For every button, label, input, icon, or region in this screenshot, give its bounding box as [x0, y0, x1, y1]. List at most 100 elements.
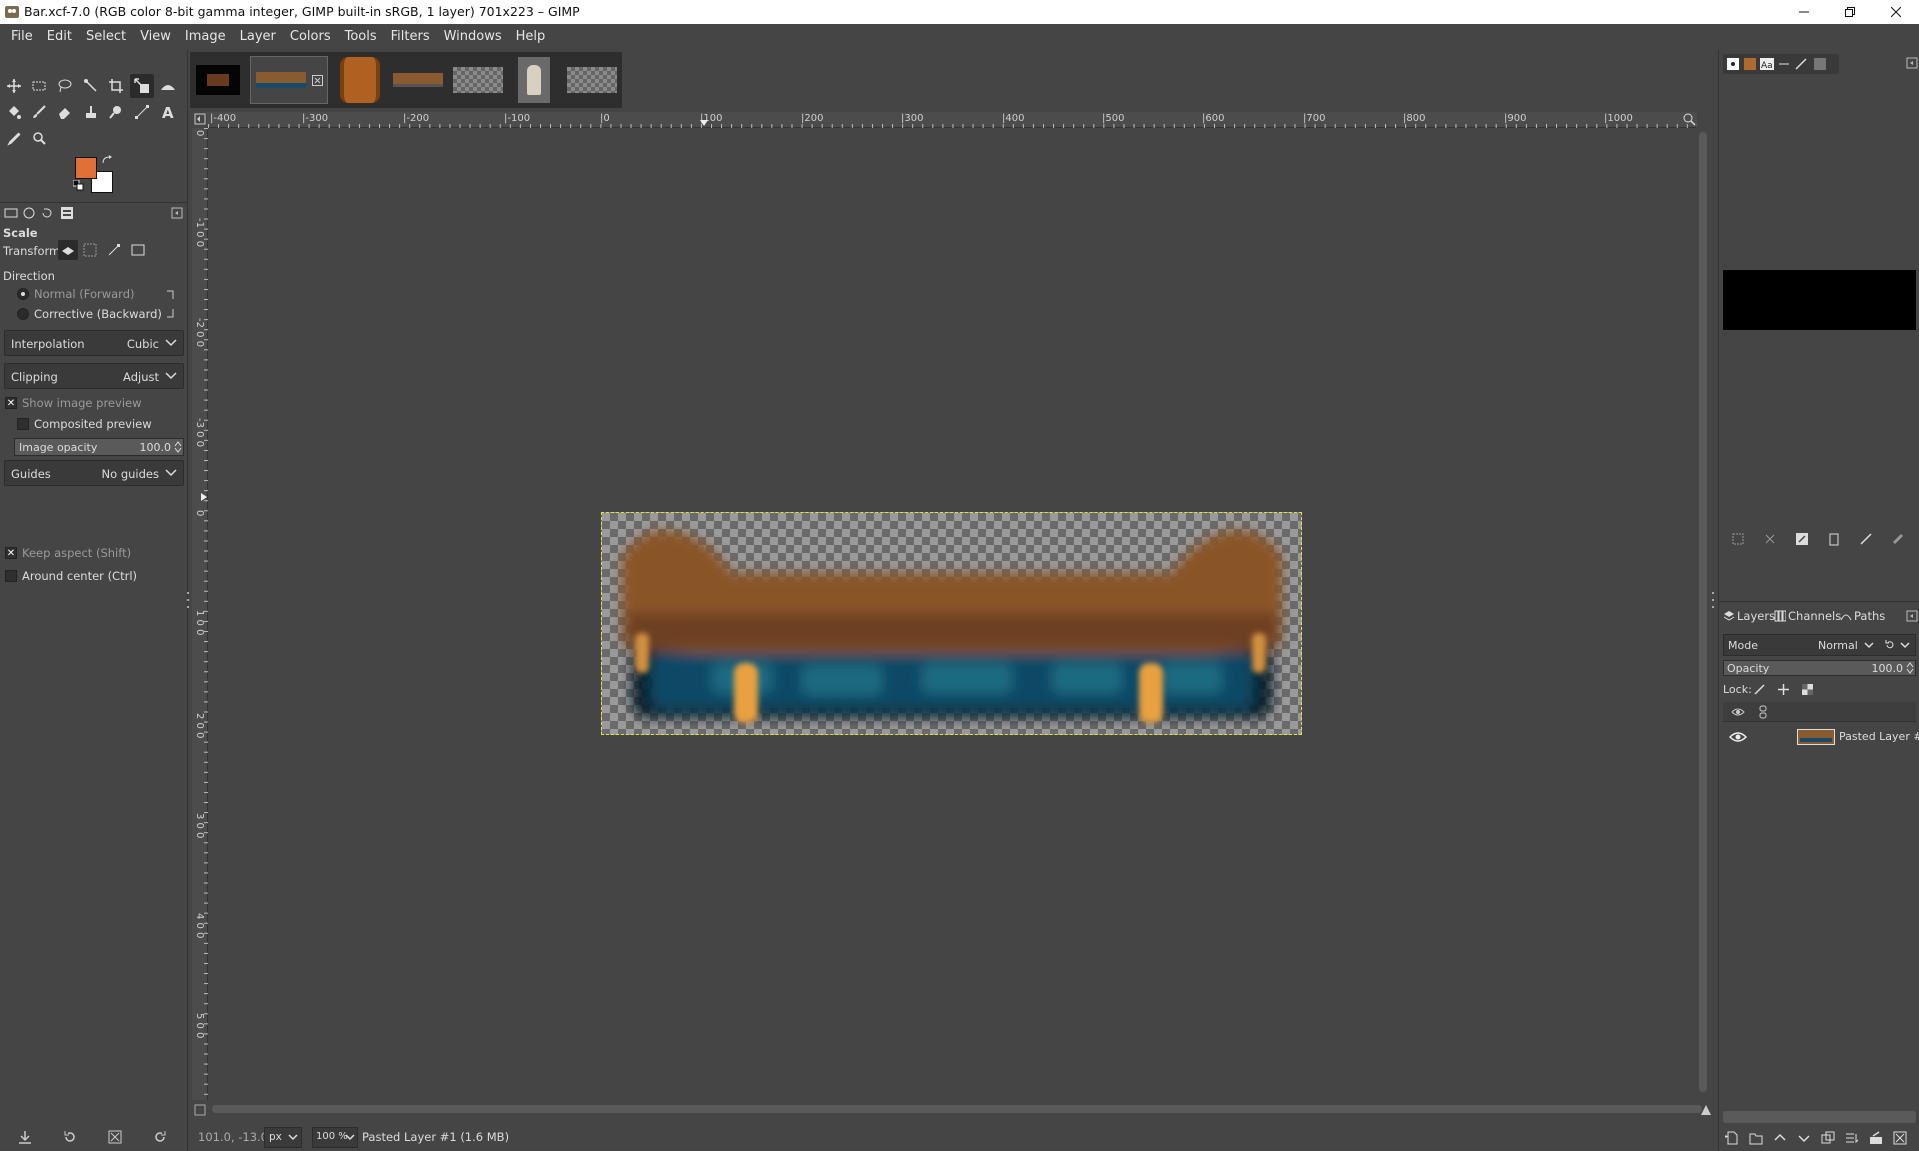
zoom-fit-icon[interactable] — [1683, 113, 1696, 126]
edit-brush-icon[interactable] — [1795, 532, 1809, 546]
navigate-icon[interactable] — [1700, 1104, 1712, 1116]
fuzzy-select-button[interactable] — [79, 74, 103, 98]
menu-select[interactable]: Select — [79, 24, 133, 50]
new-brush-icon[interactable] — [1731, 532, 1745, 546]
minimize-button[interactable] — [1781, 0, 1827, 24]
paint-dynamics-tab-icon[interactable] — [1794, 57, 1808, 71]
save-options-icon[interactable] — [18, 1130, 32, 1144]
patterns-tab-icon[interactable] — [1743, 57, 1757, 71]
panel-menu-icon[interactable] — [171, 207, 183, 219]
transform-layer-button[interactable] — [58, 240, 78, 260]
dock-menu-icon[interactable] — [1906, 57, 1918, 69]
direction-toggle-icon[interactable] — [166, 290, 176, 318]
quick-mask-toggle-icon[interactable] — [194, 1104, 206, 1116]
scroll-thumb[interactable] — [212, 1105, 1702, 1113]
lasso-button[interactable] — [53, 74, 77, 98]
clipping-combo[interactable]: Clipping Adjust — [4, 363, 184, 389]
menu-layer[interactable]: Layer — [233, 24, 283, 50]
menu-file[interactable]: File — [4, 24, 40, 50]
image-tab-barrel[interactable] — [336, 56, 384, 104]
text-tool-button[interactable]: A — [156, 100, 180, 124]
image-opacity-spinner[interactable]: Image opacity 100.0 — [14, 438, 184, 456]
lock-position-icon[interactable] — [1777, 683, 1790, 696]
image-canvas[interactable] — [208, 128, 1696, 1100]
lock-pixels-icon[interactable] — [1753, 683, 1766, 696]
menu-image[interactable]: Image — [178, 24, 233, 50]
layers-menu-icon[interactable] — [1906, 610, 1918, 622]
duplicate-brush-icon[interactable] — [1763, 532, 1777, 546]
layer-mask-icon[interactable] — [1869, 1131, 1883, 1145]
eye-icon[interactable] — [1729, 730, 1747, 744]
menu-view[interactable]: View — [133, 24, 178, 50]
paths-button[interactable] — [130, 100, 154, 124]
menu-windows[interactable]: Windows — [437, 24, 509, 50]
scale-tool-button[interactable] — [130, 74, 154, 98]
raise-layer-icon[interactable] — [1773, 1131, 1787, 1145]
transform-image-icon[interactable] — [131, 243, 145, 257]
zoom-button[interactable] — [27, 126, 51, 150]
horizontal-scrollbar[interactable] — [208, 1102, 1702, 1116]
move-tool-button[interactable] — [2, 74, 26, 98]
mode-combo[interactable]: Mode Normal — [1723, 634, 1916, 656]
unit-combo[interactable]: px — [264, 1127, 302, 1148]
interpolation-combo[interactable]: Interpolation Cubic — [4, 330, 184, 356]
color-picker-button[interactable] — [2, 126, 26, 150]
guides-combo[interactable]: Guides No guides — [4, 460, 184, 486]
refresh-brush-icon[interactable] — [1859, 532, 1873, 546]
vertical-scrollbar[interactable] — [1696, 128, 1710, 1100]
smudge-button[interactable] — [104, 100, 128, 124]
new-layer-group-icon[interactable] — [1749, 1131, 1763, 1145]
images-tab-icon[interactable] — [60, 206, 74, 220]
fonts-tab-icon[interactable]: Aa — [1760, 57, 1774, 71]
restore-options-icon[interactable] — [63, 1130, 77, 1144]
menu-tools[interactable]: Tools — [338, 24, 384, 50]
crop-button[interactable] — [104, 74, 128, 98]
lower-layer-icon[interactable] — [1797, 1131, 1811, 1145]
layer-image-bar[interactable] — [601, 512, 1302, 735]
image-tab-character[interactable] — [510, 56, 558, 104]
image-tab-4[interactable] — [390, 56, 446, 104]
keep-aspect-checkbox[interactable]: ✕ — [5, 547, 17, 559]
brushes-tab-icon[interactable] — [1726, 57, 1740, 71]
layer-row[interactable]: Pasted Layer #1 — [1723, 724, 1919, 750]
transform-path-icon[interactable] — [107, 243, 121, 257]
undo-history-tab-icon[interactable] — [40, 206, 54, 220]
bucket-fill-button[interactable] — [2, 100, 26, 124]
tab-channels[interactable]: Channels — [1774, 607, 1841, 625]
duplicate-layer-icon[interactable] — [1821, 1131, 1835, 1145]
image-tab-7[interactable] — [564, 56, 620, 104]
menu-help[interactable]: Help — [509, 24, 553, 50]
transform-selection-icon[interactable] — [83, 243, 97, 257]
dock-resize-handle[interactable] — [1710, 590, 1716, 610]
quick-mask-corner-icon[interactable] — [194, 113, 206, 125]
horizontal-ruler[interactable]: |-400 |-300 |-200 |-100 |0 |100 |200 |30… — [207, 112, 1697, 128]
swap-colors-icon[interactable] — [101, 154, 113, 166]
open-brush-icon[interactable] — [1891, 532, 1905, 546]
maximize-button[interactable] — [1827, 0, 1873, 24]
clone-button[interactable] — [79, 100, 103, 124]
close-tab-icon[interactable] — [311, 74, 323, 86]
new-layer-icon[interactable] — [1725, 1131, 1739, 1145]
image-tab-5[interactable] — [450, 56, 506, 104]
menu-colors[interactable]: Colors — [283, 24, 338, 50]
lock-alpha-icon[interactable] — [1801, 683, 1814, 696]
default-colors-icon[interactable] — [73, 180, 85, 192]
composited-preview-checkbox[interactable] — [17, 418, 29, 430]
around-center-checkbox[interactable] — [5, 570, 17, 582]
menu-edit[interactable]: Edit — [40, 24, 79, 50]
scroll-thumb[interactable] — [1699, 132, 1707, 1092]
layers-hscroll[interactable] — [1723, 1111, 1916, 1123]
direction-normal-radio[interactable] — [17, 288, 29, 300]
tab-layers[interactable]: Layers — [1723, 607, 1775, 625]
warp-button[interactable] — [156, 74, 180, 98]
dynamics-tab-icon[interactable] — [1777, 57, 1791, 71]
device-status-tab-icon[interactable] — [22, 206, 36, 220]
delete-brush-icon[interactable] — [1827, 532, 1841, 546]
tool-options-tab-icon[interactable] — [4, 206, 18, 220]
paintbrush-button[interactable] — [27, 100, 51, 124]
mode-reset-icon[interactable] — [1884, 639, 1896, 651]
eraser-button[interactable] — [53, 100, 77, 124]
show-preview-checkbox[interactable]: ✕ — [5, 397, 17, 409]
image-tab-bar[interactable] — [250, 56, 328, 104]
vertical-ruler[interactable]: 0 -1 0 0 -2 0 0 -3 0 0 0 1 0 0 2 0 0 3 0… — [192, 128, 208, 1100]
